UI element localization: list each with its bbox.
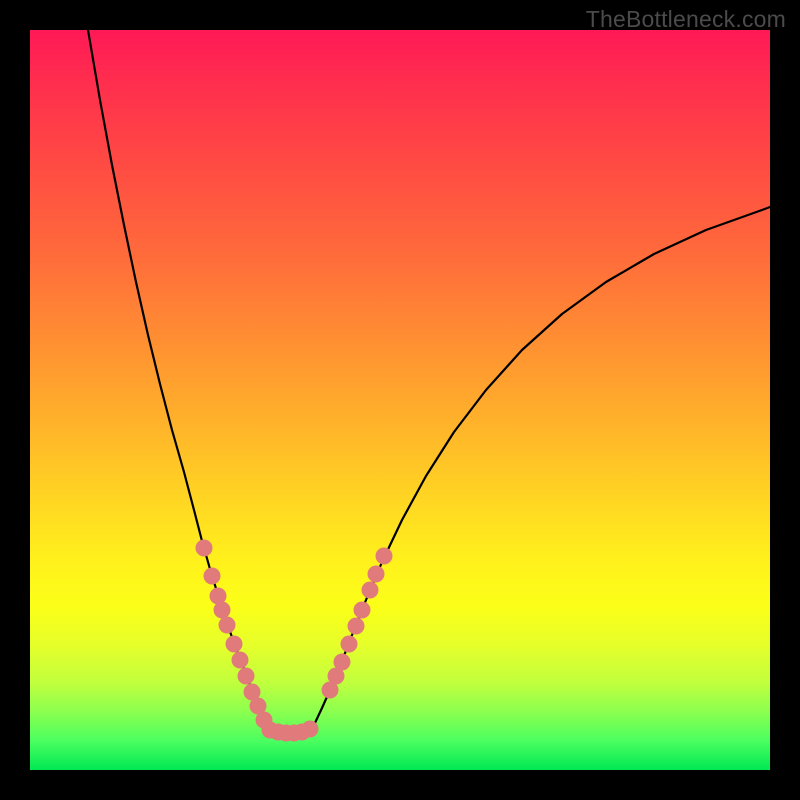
data-marker: [368, 566, 385, 583]
data-marker: [362, 582, 379, 599]
curve-svg: [30, 30, 770, 770]
data-marker: [232, 652, 249, 669]
data-marker: [226, 636, 243, 653]
data-marker: [219, 617, 236, 634]
data-marker: [348, 618, 365, 635]
data-marker: [196, 540, 213, 557]
chart-frame: TheBottleneck.com: [0, 0, 800, 800]
watermark-text: TheBottleneck.com: [586, 6, 786, 33]
data-marker: [354, 602, 371, 619]
data-marker: [341, 636, 358, 653]
data-marker: [376, 548, 393, 565]
plot-area: [30, 30, 770, 770]
data-marker: [334, 654, 351, 671]
data-marker: [302, 721, 319, 738]
data-marker: [214, 602, 231, 619]
data-marker: [204, 568, 221, 585]
v-curve: [88, 30, 770, 732]
data-marker: [238, 668, 255, 685]
